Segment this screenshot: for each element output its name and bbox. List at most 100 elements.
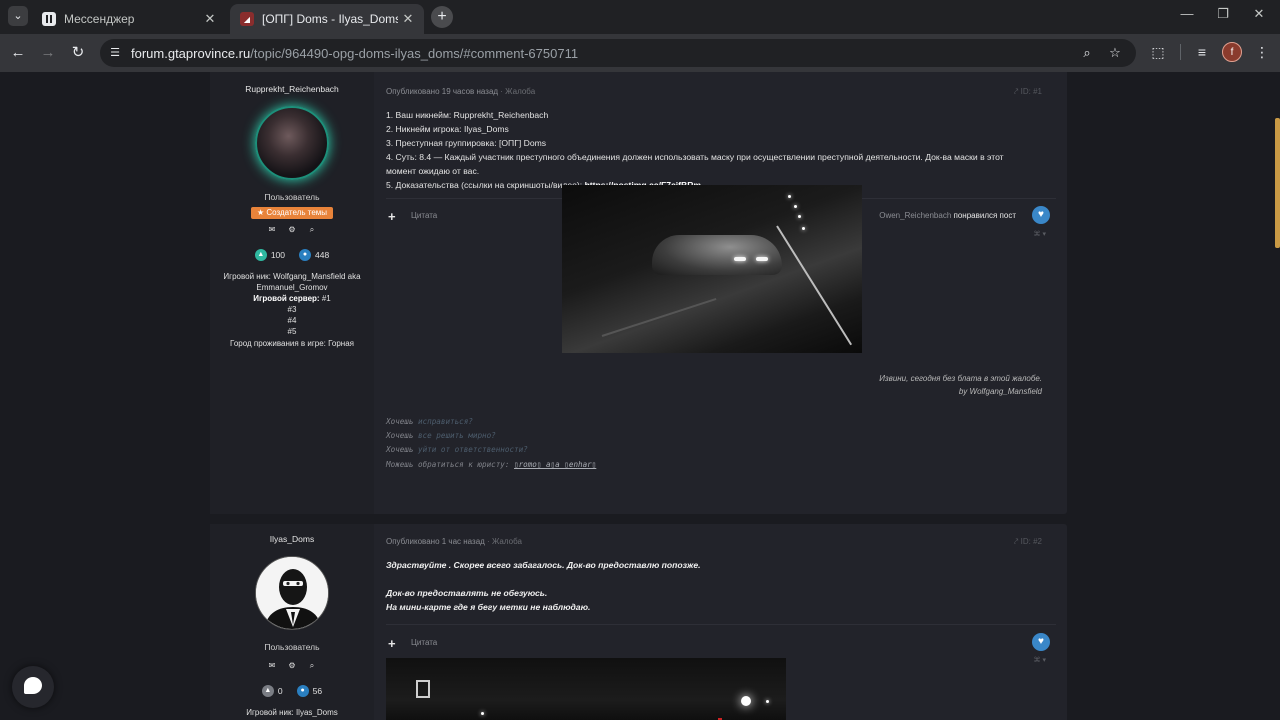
game-city-line: Город проживания в игре: Горная (230, 339, 354, 348)
member-group: Пользователь (264, 642, 320, 652)
game-nick-line: Игровой ник: Wolfgang_Mansfield aka (223, 272, 361, 281)
signature-contact: Можешь обратиться к юристу: ▯romo▯ a▯a ▯… (386, 460, 597, 469)
new-tab-button[interactable]: + (431, 6, 453, 28)
restore-button[interactable]: ❐ (1208, 6, 1238, 22)
game-nick-line: Emmanuel_Gromov (256, 283, 328, 292)
multiquote-plus-icon[interactable]: + (388, 209, 396, 224)
tab-search-button[interactable]: ⌄ (8, 6, 28, 26)
post-meta: Опубликовано 1 час назад · Жалоба (386, 537, 522, 546)
search-icon[interactable]: ⌕ (306, 225, 318, 237)
forum-post: Rupprekht_Reichenbach Пользователь ★ Соз… (210, 72, 1067, 514)
site-info-icon[interactable]: ☰ (107, 45, 123, 61)
browser-menu-icon[interactable]: ⋮ (1252, 42, 1272, 62)
avatar[interactable] (255, 106, 329, 180)
quote-button[interactable]: Цитата (411, 638, 437, 647)
heart-icon[interactable]: ♥ (1032, 633, 1050, 651)
gear-icon[interactable]: ⚙ (286, 661, 298, 673)
gear-icon[interactable]: ⚙ (286, 225, 298, 237)
zoom-search-icon[interactable]: ⌕ (1078, 44, 1096, 62)
scrollbar[interactable] (1275, 118, 1280, 248)
tab-messenger[interactable]: Мессенджер ✕ (32, 4, 226, 34)
author-actions: ✉ ⚙ ⌕ (266, 225, 318, 237)
game-nick-line: Игровой ник: Ilyas_Doms (246, 708, 338, 717)
back-button[interactable]: ← (7, 42, 29, 64)
signature-caption: Извини, сегодня без блата в этой жалобе.… (879, 374, 1042, 396)
quote-button[interactable]: Цитата (411, 211, 437, 220)
post-body: 1. Ваш никнейм: Rupprekht_Reichenbach 2.… (386, 110, 1004, 190)
post-body: Здраствуйте . Скорее всего забагалось. Д… (386, 560, 701, 612)
messages-icon: ● (296, 685, 309, 697)
liked-by: Owen_Reichenbach понравился пост (879, 211, 1016, 220)
message-icon[interactable]: ✉ (266, 225, 278, 237)
reload-button[interactable]: ↻ (67, 42, 89, 64)
window-close-button[interactable]: ✕ (1244, 6, 1274, 22)
author-name[interactable]: Rupprekht_Reichenbach (210, 84, 374, 94)
toolbar-divider (1180, 44, 1181, 60)
chat-icon (24, 677, 42, 694)
profile-avatar[interactable]: f (1222, 42, 1242, 62)
member-group: Пользователь (264, 192, 320, 202)
media-control-icon[interactable]: ≡ (1192, 42, 1212, 62)
pause-icon (42, 12, 56, 26)
messages-icon: ● (299, 249, 311, 261)
bookmark-star-icon[interactable]: ☆ (1106, 44, 1124, 62)
signature-line: Хочешь уйти от ответственности? (386, 445, 528, 454)
share-icon: ⤤ (1013, 87, 1019, 96)
reaction-menu-icon[interactable]: ⌘ ▾ (1034, 230, 1046, 238)
lawyer-link[interactable]: ▯romo▯ a▯a ▯enhar▯ (514, 460, 596, 469)
tab-strip: ⌄ Мессенджер ✕ ◢ [ОПГ] Doms - Ilyas_Doms… (0, 0, 1280, 34)
address-bar[interactable]: ☰ forum.gtaprovince.ru/topic/964490-opg-… (100, 39, 1136, 67)
divider (386, 624, 1056, 625)
browser-toolbar: ← → ↻ ☰ forum.gtaprovince.ru/topic/96449… (0, 34, 1280, 72)
site-favicon-icon: ◢ (240, 12, 254, 26)
masked-person-icon (256, 557, 328, 629)
post-meta: Опубликовано 19 часов назад · Жалоба (386, 87, 536, 96)
post-author-panel: Ilyas_Doms Пользователь ✉ ⚙ ⌕ ▲ 0 ● 56 И… (210, 524, 374, 720)
author-stats: ▲ 0 ● 56 (210, 685, 374, 697)
signature-line: Хочешь все решить мирно? (386, 431, 496, 440)
chat-bubble-button[interactable] (12, 666, 54, 708)
reaction-menu-icon[interactable]: ⌘ ▾ (1034, 656, 1046, 664)
game-server-line: Игровой сервер: #1 (253, 294, 331, 303)
minimize-button[interactable]: — (1172, 6, 1202, 21)
signature-line: Хочешь исправиться? (386, 417, 473, 426)
heart-icon[interactable]: ♥ (1032, 206, 1050, 224)
url-text[interactable]: forum.gtaprovince.ru/topic/964490-opg-do… (131, 46, 578, 61)
reputation-count: 0 (277, 686, 283, 696)
extensions-icon[interactable]: ⬚ (1148, 42, 1168, 62)
signature-car-image (562, 185, 862, 353)
reputation-icon: ▲ (261, 685, 274, 697)
close-icon[interactable]: ✕ (200, 11, 220, 27)
author-name[interactable]: Ilyas_Doms (210, 534, 374, 544)
message-icon[interactable]: ✉ (266, 661, 278, 673)
reputation-count: 100 (270, 250, 285, 260)
tab-forum-topic[interactable]: ◢ [ОПГ] Doms - Ilyas_Doms - Все ✕ (230, 4, 424, 34)
game-server-line: #5 (287, 327, 297, 336)
post-share[interactable]: ⤤ ID: #2 (1014, 537, 1042, 547)
messages-count: 448 (315, 250, 330, 260)
forum-page: Rupprekht_Reichenbach Пользователь ★ Соз… (0, 72, 1280, 720)
post-actions: + Цитата ♥ (386, 633, 1056, 654)
game-server-line: #3 (287, 305, 297, 314)
reputation-icon: ▲ (254, 249, 267, 261)
forward-button[interactable]: → (37, 42, 59, 64)
post-content: Опубликовано 1 час назад · Жалоба ⤤ ID: … (386, 524, 1056, 720)
forum-post: Ilyas_Doms Пользователь ✉ ⚙ ⌕ ▲ 0 ● 56 И… (210, 524, 1067, 720)
messages-count: 56 (312, 686, 323, 696)
share-icon: ⤤ (1013, 537, 1019, 546)
author-stats: ▲ 100 ● 448 (210, 249, 374, 261)
search-icon[interactable]: ⌕ (306, 661, 318, 673)
evidence-screenshot[interactable] (386, 658, 786, 720)
close-icon[interactable]: ✕ (398, 11, 418, 27)
post-share[interactable]: ⤤ ID: #1 (1014, 87, 1042, 97)
tab-title: [ОПГ] Doms - Ilyas_Doms - Все (262, 12, 398, 26)
road-sign-icon (416, 680, 430, 698)
author-actions: ✉ ⚙ ⌕ (266, 661, 318, 673)
multiquote-plus-icon[interactable]: + (388, 636, 396, 651)
topic-creator-badge: ★ Создатель темы (251, 207, 333, 219)
post-content: Опубликовано 19 часов назад · Жалоба ⤤ I… (386, 72, 1056, 514)
tab-title: Мессенджер (64, 12, 135, 26)
game-server-line: #4 (287, 316, 297, 325)
car-shape (652, 235, 782, 275)
avatar[interactable] (255, 556, 329, 630)
